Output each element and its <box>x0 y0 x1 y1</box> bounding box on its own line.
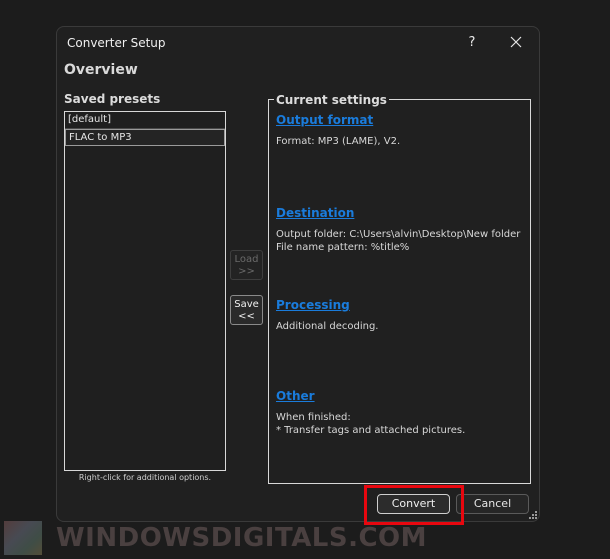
destination-text: Output folder: C:\Users\alvin\Desktop\Ne… <box>276 229 521 253</box>
section-output-format: Output format Format: MP3 (LAME), V2. <box>276 113 400 148</box>
section-processing: Processing Additional decoding. <box>276 298 379 333</box>
cancel-button[interactable]: Cancel <box>456 494 529 514</box>
convert-button[interactable]: Convert <box>377 494 450 514</box>
overview-heading: Overview <box>64 62 138 78</box>
save-arrow: << <box>238 311 255 322</box>
title-bar[interactable]: Converter Setup ? <box>57 27 539 59</box>
save-preset-button[interactable]: Save << <box>230 295 263 325</box>
other-link[interactable]: Other <box>276 389 465 403</box>
load-preset-button[interactable]: Load >> <box>230 250 263 280</box>
destination-link[interactable]: Destination <box>276 206 520 220</box>
watermark-logo-icon <box>4 521 42 555</box>
output-format-link[interactable]: Output format <box>276 113 400 127</box>
converter-setup-dialog: Converter Setup ? Overview Saved presets… <box>56 26 540 525</box>
help-button[interactable]: ? <box>461 33 483 53</box>
preset-item-flac-to-mp3[interactable]: FLAC to MP3 <box>65 129 225 146</box>
section-other: Other When finished: * Transfer tags and… <box>276 389 465 437</box>
other-text: When finished: * Transfer tags and attac… <box>276 412 466 436</box>
saved-presets-list[interactable]: [default] FLAC to MP3 <box>64 111 226 471</box>
load-label: Load <box>234 254 259 265</box>
section-destination: Destination Output folder: C:\Users\alvi… <box>276 206 520 254</box>
preset-item-default[interactable]: [default] <box>65 112 225 129</box>
watermark-text: WindowsDigitals.com <box>56 523 428 553</box>
presets-hint: Right-click for additional options. <box>78 473 212 482</box>
current-settings-legend: Current settings <box>274 93 389 107</box>
close-button[interactable] <box>505 33 527 53</box>
close-icon <box>510 36 522 48</box>
load-arrow: >> <box>238 266 255 277</box>
output-format-text: Format: MP3 (LAME), V2. <box>276 136 401 147</box>
saved-presets-label: Saved presets <box>64 92 161 106</box>
processing-link[interactable]: Processing <box>276 298 379 312</box>
dialog-title: Converter Setup <box>67 36 166 50</box>
save-label: Save <box>234 299 259 310</box>
processing-text: Additional decoding. <box>276 321 379 332</box>
resize-grip-icon[interactable] <box>529 511 538 520</box>
current-settings-group: Current settings Output format Format: M… <box>268 93 531 484</box>
watermark: WindowsDigitals.com <box>4 520 427 556</box>
